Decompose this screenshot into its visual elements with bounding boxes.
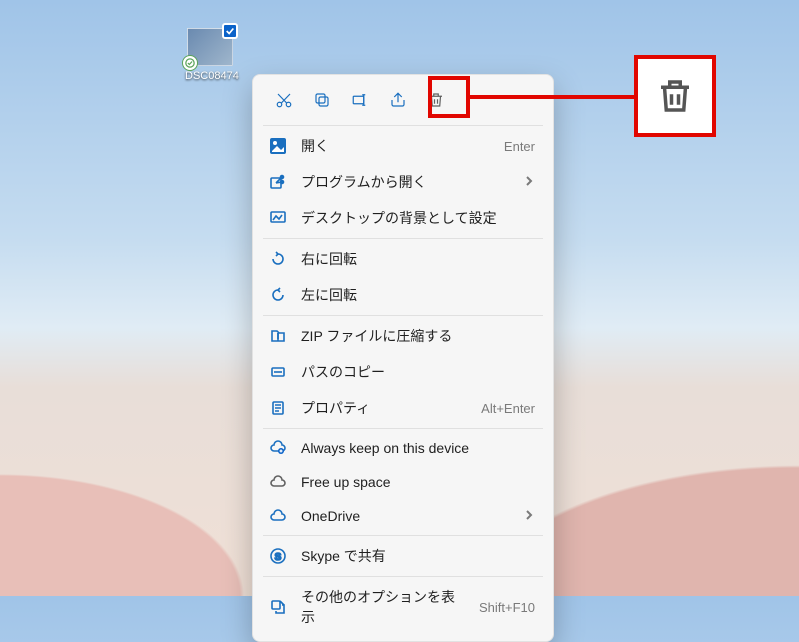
menu-label: Always keep on this device <box>301 440 535 456</box>
menu-label: プロパティ <box>301 398 467 418</box>
context-menu: 開く Enter プログラムから開く デスクトップの背景として設定 右に回転 左… <box>252 74 554 642</box>
more-options-icon <box>269 598 287 616</box>
menu-open-with[interactable]: プログラムから開く <box>259 164 547 200</box>
menu-label: ZIP ファイルに圧縮する <box>301 326 535 346</box>
rotate-left-icon <box>269 286 287 304</box>
annotation-highlight-large <box>634 55 716 137</box>
menu-label: プログラムから開く <box>301 172 509 192</box>
sync-status-icon <box>182 55 198 71</box>
chevron-right-icon <box>523 174 535 190</box>
delete-button[interactable] <box>419 85 453 115</box>
desktop-file-icon[interactable]: DSC08474 <box>185 28 235 82</box>
picture-icon <box>269 137 287 155</box>
menu-zip[interactable]: ZIP ファイルに圧縮する <box>259 318 547 354</box>
share-button[interactable] <box>381 85 415 115</box>
zip-icon <box>269 327 287 345</box>
menu-label: 開く <box>301 136 490 156</box>
background-icon <box>269 209 287 227</box>
rotate-right-icon <box>269 250 287 268</box>
menu-onedrive[interactable]: OneDrive <box>259 499 547 533</box>
menu-label: その他のオプションを表示 <box>301 587 465 627</box>
menu-shortcut: Shift+F10 <box>479 600 535 615</box>
menu-always-keep[interactable]: Always keep on this device <box>259 431 547 465</box>
menu-label: Skype で共有 <box>301 546 535 566</box>
copy-path-icon <box>269 363 287 381</box>
menu-shortcut: Enter <box>504 139 535 154</box>
menu-more-options[interactable]: その他のオプションを表示 Shift+F10 <box>259 579 547 635</box>
rename-button[interactable] <box>343 85 377 115</box>
cloud-icon <box>269 473 287 491</box>
menu-separator <box>263 125 543 126</box>
menu-separator <box>263 315 543 316</box>
menu-separator <box>263 428 543 429</box>
menu-label: パスのコピー <box>301 362 535 382</box>
svg-text:S: S <box>275 552 282 563</box>
context-toolbar <box>259 81 547 123</box>
menu-separator <box>263 238 543 239</box>
menu-rotate-left[interactable]: 左に回転 <box>259 277 547 313</box>
menu-rotate-right[interactable]: 右に回転 <box>259 241 547 277</box>
menu-set-background[interactable]: デスクトップの背景として設定 <box>259 200 547 236</box>
menu-properties[interactable]: プロパティ Alt+Enter <box>259 390 547 426</box>
menu-skype-share[interactable]: S Skype で共有 <box>259 538 547 574</box>
file-thumbnail <box>187 28 233 66</box>
menu-label: OneDrive <box>301 508 509 524</box>
checkmark-badge-icon <box>222 23 238 39</box>
menu-open[interactable]: 開く Enter <box>259 128 547 164</box>
menu-separator <box>263 535 543 536</box>
copy-button[interactable] <box>305 85 339 115</box>
menu-label: 左に回転 <box>301 285 535 305</box>
cloud-keep-icon <box>269 439 287 457</box>
cut-button[interactable] <box>267 85 301 115</box>
skype-icon: S <box>269 547 287 565</box>
onedrive-icon <box>269 507 287 525</box>
chevron-right-icon <box>523 508 535 524</box>
menu-label: Free up space <box>301 474 535 490</box>
file-name-label: DSC08474 <box>185 70 235 82</box>
menu-label: 右に回転 <box>301 249 535 269</box>
menu-separator <box>263 576 543 577</box>
menu-copy-path[interactable]: パスのコピー <box>259 354 547 390</box>
menu-free-up[interactable]: Free up space <box>259 465 547 499</box>
properties-icon <box>269 399 287 417</box>
trash-icon <box>654 75 696 117</box>
menu-shortcut: Alt+Enter <box>481 401 535 416</box>
menu-label: デスクトップの背景として設定 <box>301 208 535 228</box>
open-with-icon <box>269 173 287 191</box>
annotation-connector-line <box>470 95 634 99</box>
